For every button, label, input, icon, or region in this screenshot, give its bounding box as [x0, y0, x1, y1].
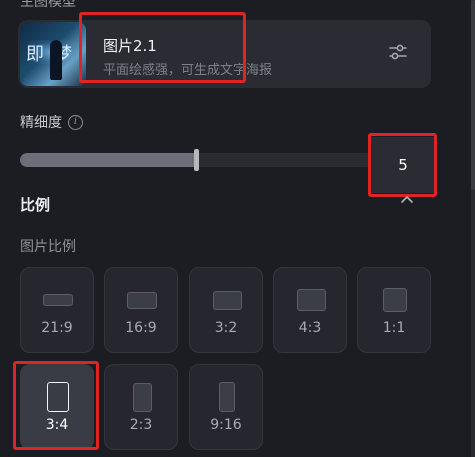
- ratio-shape-icon: [133, 383, 152, 412]
- ratio-shape-icon: [297, 289, 326, 311]
- model-name: 图片2.1: [103, 37, 157, 55]
- ratio-option-label: 9:16: [210, 417, 242, 433]
- precision-value-field[interactable]: 5: [371, 137, 435, 193]
- precision-slider-handle[interactable]: [194, 149, 199, 171]
- precision-value: 5: [398, 156, 408, 174]
- sliders-icon[interactable]: [388, 42, 408, 62]
- precision-slider-fill: [20, 153, 197, 167]
- ratio-option-2-3[interactable]: 2:3: [104, 364, 178, 450]
- model-section-title: 主图模型: [20, 0, 76, 10]
- ratio-option-3-4[interactable]: 3:4: [20, 364, 94, 450]
- thumbnail-figure: [50, 40, 62, 80]
- info-icon[interactable]: i: [68, 114, 83, 130]
- precision-label-row: 精细度 i: [20, 112, 83, 132]
- ratio-shape-icon: [43, 294, 73, 306]
- ratio-shape-icon: [383, 288, 407, 312]
- ratio-option-16-9[interactable]: 16:9: [104, 267, 178, 353]
- model-thumbnail: 即梦: [20, 22, 86, 86]
- ratio-option-label: 3:2: [214, 320, 238, 336]
- chevron-up-icon[interactable]: [399, 192, 415, 208]
- ratio-shape-icon: [219, 382, 235, 412]
- scrollbar[interactable]: [471, 0, 475, 457]
- ratio-option-9-16[interactable]: 9:16: [189, 364, 263, 450]
- ratio-option-label: 3:4: [45, 417, 69, 433]
- model-description: 平面绘感强，可生成文字海报: [103, 63, 273, 78]
- ratio-option-1-1[interactable]: 1:1: [357, 267, 431, 353]
- ratio-section-heading: 比例: [20, 196, 51, 214]
- ratio-shape-icon: [47, 382, 69, 412]
- ratio-sublabel: 图片比例: [20, 239, 76, 255]
- ratio-option-label: 21:9: [41, 320, 73, 336]
- precision-label: 精细度: [20, 115, 62, 131]
- scrollbar-thumb[interactable]: [471, 0, 475, 190]
- ratio-option-21-9[interactable]: 21:9: [20, 267, 94, 353]
- ratio-shape-icon: [127, 292, 157, 309]
- ratio-option-label: 2:3: [129, 417, 153, 433]
- generation-settings-panel: 主图模型 即梦 图片2.1 平面绘感强，可生成文字海报 精细度 i 5 比例 图…: [0, 0, 475, 457]
- ratio-option-4-3[interactable]: 4:3: [273, 267, 347, 353]
- ratio-option-label: 4:3: [298, 320, 322, 336]
- model-selector-card[interactable]: 即梦 图片2.1 平面绘感强，可生成文字海报: [18, 20, 431, 88]
- ratio-option-label: 1:1: [382, 320, 406, 336]
- ratio-option-3-2[interactable]: 3:2: [189, 267, 263, 353]
- ratio-shape-icon: [213, 291, 242, 310]
- ratio-option-label: 16:9: [125, 320, 157, 336]
